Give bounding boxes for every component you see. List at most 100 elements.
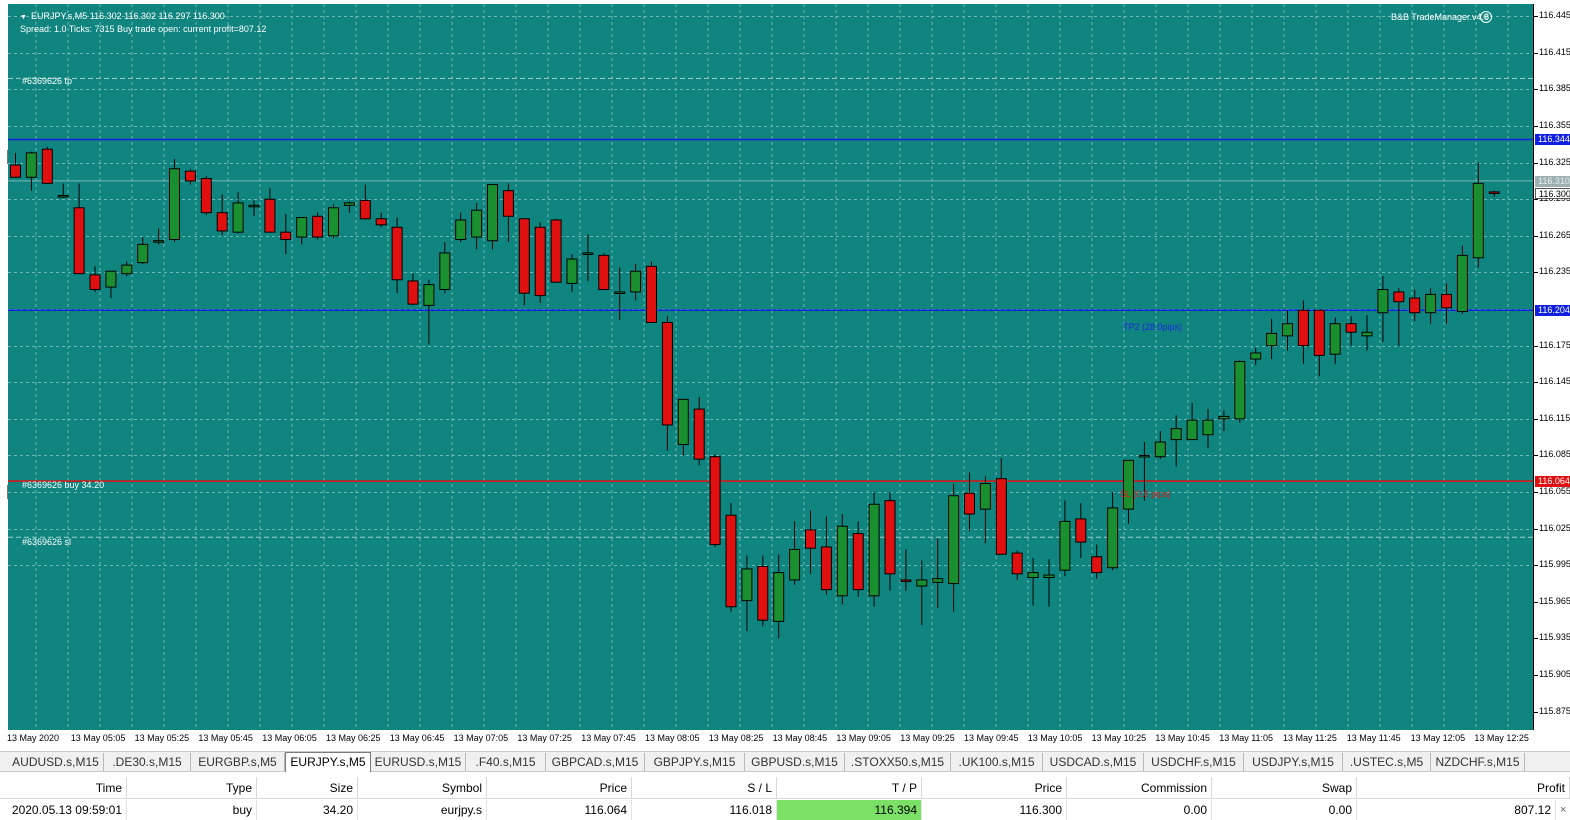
chart-tab[interactable]: USDCAD.s,M15 <box>1043 753 1144 771</box>
bear-candle <box>964 492 975 515</box>
price-tick-label: 116.415 <box>1539 46 1570 57</box>
current-price-badge: 116.300 <box>1535 188 1570 200</box>
bear-candle <box>884 500 896 575</box>
bull-candle <box>153 240 165 243</box>
bull-candle <box>439 252 451 291</box>
time-tick-label: 13 May 08:05 <box>645 733 700 743</box>
bull-candle <box>423 284 435 306</box>
price-tick-label: 116.175 <box>1539 339 1570 350</box>
chart-tab[interactable]: AUDUSD.s,M15 <box>8 753 104 771</box>
bull-candle <box>248 204 260 208</box>
price-chart[interactable] <box>8 4 1533 730</box>
collapse-triangle-icon[interactable]: ▼ <box>20 14 27 21</box>
bear-candle <box>852 533 864 591</box>
column-header[interactable]: Profit <box>1357 777 1570 799</box>
bear-candle <box>693 408 705 460</box>
bear-candle <box>359 199 371 220</box>
bear-candle <box>280 231 292 240</box>
price-tick-label: 115.905 <box>1539 669 1570 680</box>
chart-tab[interactable]: EURJPY.s,M5 <box>285 752 371 772</box>
spread-info: Spread: 1.0 Ticks: 7315 Buy trade open: … <box>20 24 267 34</box>
chart-tab[interactable]: .STOXX50.s,M15 <box>845 753 951 771</box>
column-header[interactable]: Swap <box>1212 777 1357 799</box>
time-tick-label: 13 May 11:05 <box>1219 733 1274 743</box>
table-cell: 34.20 <box>257 800 358 820</box>
chart-tab[interactable]: USDJPY.s,M15 <box>1244 753 1343 771</box>
bull-candle <box>1186 419 1198 441</box>
bear-candle <box>184 170 196 182</box>
column-header[interactable]: Commission <box>1067 777 1212 799</box>
column-header[interactable]: Symbol <box>358 777 487 799</box>
time-tick-label: 13 May 05:45 <box>198 733 253 743</box>
chart-tab[interactable]: GBPJPY.s,M15 <box>645 753 745 771</box>
bull-candle <box>1266 332 1278 347</box>
chart-tab[interactable]: EURUSD.s,M15 <box>371 753 466 771</box>
bear-candle <box>264 198 276 233</box>
bull-candle <box>1059 520 1071 571</box>
bear-candle <box>41 148 53 184</box>
bull-candle <box>1170 428 1182 441</box>
chart-tabs: AUDUSD.s,M15 .DE30.s,M15 EURGBP.s,M5 EURJPY… <box>0 751 1570 772</box>
chart-plot-area[interactable]: ▼ EURJPY.s,M5 116.302 116.302 116.297 116… <box>8 4 1533 730</box>
bull-candle <box>614 291 626 294</box>
column-header[interactable]: Size <box>257 777 358 799</box>
bear-candle <box>1297 309 1309 347</box>
column-header[interactable]: T / P <box>777 777 922 799</box>
column-header[interactable]: Time <box>0 777 127 799</box>
price-tick-mark <box>1534 711 1538 713</box>
symbol-info: ▼ EURJPY.s,M5 116.302 116.302 116.297 116… <box>20 11 225 21</box>
chart-window[interactable]: ▼ EURJPY.s,M5 116.302 116.302 116.297 116… <box>0 0 1570 750</box>
bull-candle <box>455 219 467 240</box>
chart-tab[interactable]: NZDCHF.s,M15 <box>1431 753 1525 771</box>
price-tick-mark <box>1534 675 1538 677</box>
bull-candle <box>1123 459 1134 510</box>
chart-tab[interactable]: .UK100.s,M15 <box>951 753 1043 771</box>
time-tick-label: 13 May 06:45 <box>389 733 445 743</box>
bull-candle <box>677 398 689 445</box>
price-tick-label: 116.055 <box>1539 486 1570 497</box>
chart-tab[interactable]: USDCHF.s,M15 <box>1144 753 1244 771</box>
bull-candle <box>1027 572 1039 578</box>
bear-candle <box>73 207 85 275</box>
chart-tab[interactable]: GBPUSD.s,M15 <box>745 753 845 771</box>
price-axis[interactable]: 116.445 116.415 116.385 116.355 116.325 116.2… <box>1533 4 1570 730</box>
time-axis[interactable]: 13 May 2020 13 May 05:05 13 May 05:25 13 Ma… <box>0 730 1570 750</box>
bull-candle <box>57 195 69 198</box>
chart-tab[interactable]: .USTEC.s,M5 <box>1343 753 1431 771</box>
bear-candle <box>661 321 673 426</box>
price-tick-mark <box>1534 418 1538 420</box>
bull-candle <box>169 168 180 240</box>
column-header[interactable]: S / L <box>632 777 777 799</box>
bull-candle <box>1456 254 1468 312</box>
bear-candle <box>216 212 228 232</box>
bull-candle <box>932 578 944 583</box>
smiley-icon[interactable]: ☺ <box>1480 11 1492 23</box>
bear-candle <box>725 514 737 608</box>
price-tick-mark <box>1534 199 1538 201</box>
column-header[interactable]: Price <box>487 777 632 799</box>
bull-candle <box>566 258 578 284</box>
table-cell: 116.394 <box>777 800 922 820</box>
bear-candle <box>407 280 419 305</box>
bull-candle <box>630 270 642 293</box>
chart-tab[interactable]: .DE30.s,M15 <box>104 753 191 771</box>
bull-candle <box>296 217 308 238</box>
column-header[interactable]: Price <box>922 777 1067 799</box>
price-tick-label: 115.965 <box>1539 595 1570 606</box>
bear-candle <box>391 226 403 281</box>
close-icon[interactable]: × <box>1560 804 1566 816</box>
price-tick-label: 115.995 <box>1539 559 1570 570</box>
table-cell: 116.300 <box>922 800 1067 820</box>
bull-candle <box>343 202 355 206</box>
bear-candle <box>1409 297 1421 314</box>
table-cell: 2020.05.13 09:59:01 <box>0 800 127 820</box>
time-tick-label: 13 May 10:05 <box>1027 733 1083 743</box>
symbol-quote: EURJPY.s,M5 116.302 116.302 116.297 116.… <box>30 11 225 21</box>
bull-candle <box>773 572 785 622</box>
sl-line-label: SL (0.0 pips) <box>1120 489 1171 499</box>
chart-tab[interactable]: GBPCAD.s,M15 <box>546 753 645 771</box>
column-header[interactable]: Type <box>127 777 257 799</box>
chart-tab[interactable]: .F40.s,M15 <box>466 753 546 771</box>
chart-tab[interactable]: EURGBP.s,M5 <box>191 753 285 771</box>
bull-candle <box>868 503 880 597</box>
